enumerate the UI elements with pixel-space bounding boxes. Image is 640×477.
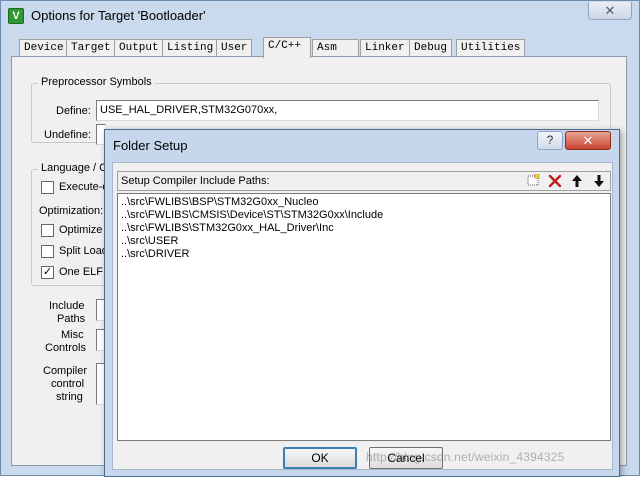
- list-item[interactable]: ..\src\FWLIBS\BSP\STM32G0xx_Nucleo: [121, 196, 318, 209]
- optimize-for-time-checkbox[interactable]: [41, 224, 54, 237]
- tab-c-cpp[interactable]: C/C++: [263, 37, 311, 58]
- optimization-label: Optimization:: [39, 205, 104, 217]
- one-elf-checkbox[interactable]: ✓: [41, 266, 54, 279]
- arrow-down-icon[interactable]: [589, 173, 609, 189]
- include-paths-list[interactable]: ..\src\FWLIBS\BSP\STM32G0xx_Nucleo ..\sr…: [117, 193, 611, 441]
- split-load-label: Split Load: [59, 245, 108, 257]
- define-input[interactable]: USE_HAL_DRIVER,STM32G070xx,: [96, 100, 599, 121]
- optimize-for-time-label: Optimize f: [59, 224, 109, 236]
- preprocessor-group-title: Preprocessor Symbols: [38, 76, 155, 88]
- tab-asm[interactable]: Asm: [312, 39, 359, 57]
- split-load-checkbox[interactable]: [41, 245, 54, 258]
- help-button[interactable]: ?: [537, 131, 563, 150]
- misc-controls-label-1: Misc: [61, 329, 84, 341]
- include-paths-label: Setup Compiler Include Paths:: [121, 175, 270, 187]
- include-paths-header: Setup Compiler Include Paths:: [117, 171, 611, 191]
- tab-target[interactable]: Target: [66, 39, 116, 57]
- tab-debug[interactable]: Debug: [409, 39, 453, 57]
- arrow-up-icon[interactable]: [567, 173, 587, 189]
- misc-controls-label-2: Controls: [45, 342, 86, 354]
- options-dialog: V Options for Target 'Bootloader' ✕ Devi…: [0, 0, 640, 477]
- execute-only-checkbox[interactable]: [41, 181, 54, 194]
- close-folder-setup-button[interactable]: ✕: [565, 131, 611, 150]
- ok-button[interactable]: OK: [283, 447, 357, 469]
- close-window-button[interactable]: ✕: [588, 2, 632, 20]
- language-group-title: Language / C: [38, 162, 111, 174]
- folder-setup-dialog: Folder Setup ? ✕ Setup Compiler Include …: [104, 129, 620, 477]
- compiler-control-label-1: Compiler: [43, 365, 88, 377]
- tab-device[interactable]: Device: [19, 39, 69, 57]
- one-elf-label: One ELF: [59, 266, 104, 278]
- define-label: Define:: [56, 105, 91, 117]
- list-item[interactable]: ..\src\DRIVER: [121, 248, 189, 261]
- compiler-control-label-2: control: [51, 378, 85, 390]
- folder-setup-body: Setup Compiler Include Paths: ..\src\FWL…: [112, 162, 613, 470]
- list-item[interactable]: ..\src\FWLIBS\CMSIS\Device\ST\STM32G0xx\…: [121, 209, 383, 222]
- compiler-control-label-3: string: [56, 391, 83, 403]
- undefine-label: Undefine:: [44, 129, 92, 141]
- tab-utilities[interactable]: Utilities: [456, 39, 526, 57]
- list-item[interactable]: ..\src\USER: [121, 235, 178, 248]
- tab-user[interactable]: User: [216, 39, 253, 57]
- title-bar[interactable]: V Options for Target 'Bootloader' ✕: [1, 1, 639, 31]
- include-paths-label-2: Paths: [57, 313, 86, 325]
- folder-setup-title: Folder Setup: [113, 138, 188, 153]
- tab-output[interactable]: Output: [114, 39, 164, 57]
- window-title: Options for Target 'Bootloader': [31, 8, 206, 23]
- new-folder-icon[interactable]: [523, 173, 543, 189]
- execute-only-label: Execute-o: [59, 181, 109, 193]
- delete-x-icon[interactable]: [545, 173, 565, 189]
- tab-linker[interactable]: Linker: [360, 39, 410, 57]
- tab-listing[interactable]: Listing: [162, 39, 219, 57]
- include-paths-label-1: Include: [49, 300, 85, 312]
- list-item[interactable]: ..\src\FWLIBS\STM32G0xx_HAL_Driver\Inc: [121, 222, 334, 235]
- keil-app-icon: V: [8, 8, 24, 24]
- watermark-text: http://blog.csdn.net/weixin_4394325: [366, 450, 565, 464]
